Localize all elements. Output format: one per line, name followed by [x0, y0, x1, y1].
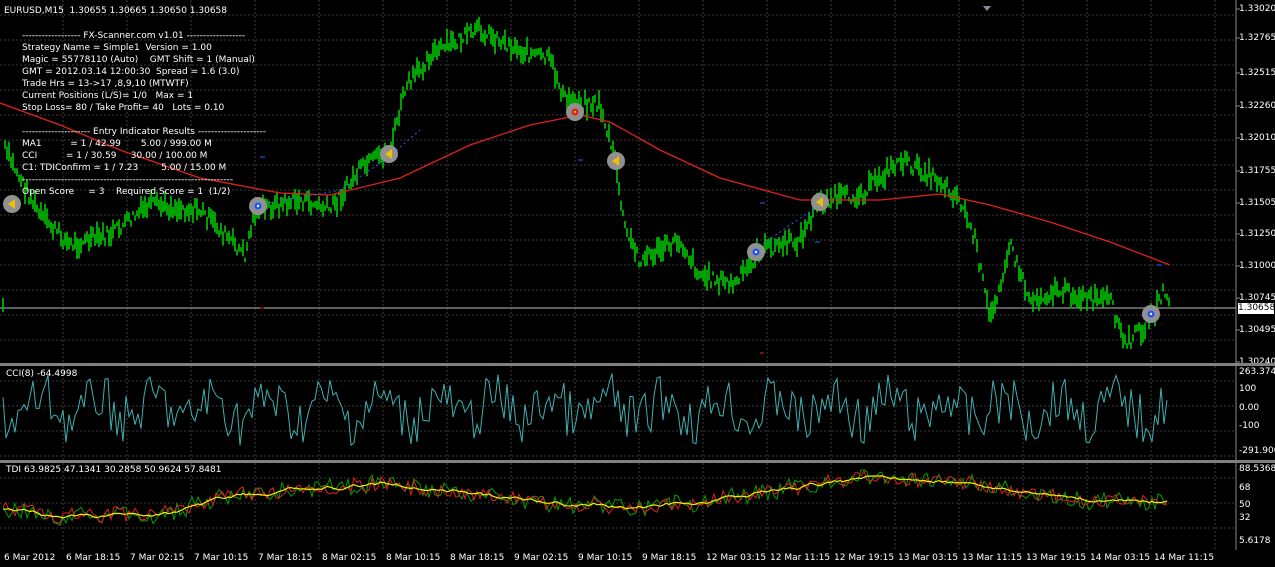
time-tick: 13 Mar 19:15 — [1026, 553, 1087, 563]
panel-line: ------------------ FX-Scanner.com v1.01 … — [22, 31, 246, 41]
tdi-tick: 50 — [1239, 500, 1251, 510]
time-tick: 13 Mar 03:15 — [898, 553, 959, 563]
price-tick: 1.30745 — [1239, 293, 1275, 303]
price-tick: 1.31505 — [1239, 198, 1275, 208]
price-tick: 1.32010 — [1239, 133, 1275, 143]
symbol-header: EURUSD,M15 1.30655 1.30665 1.30650 1.306… — [4, 6, 228, 16]
time-tick: 6 Mar 18:15 — [66, 553, 121, 563]
cci-tick: -291.900 — [1239, 446, 1275, 456]
time-tick: 6 Mar 2012 — [4, 553, 56, 563]
price-pane[interactable]: EURUSD,M15 1.30655 1.30665 1.30650 1.306… — [0, 0, 1275, 367]
panel-line: C1: TDIConfirm = 1 / 7.23 5.00 / 15.00 M — [22, 163, 227, 173]
tdi-tick: 5.6178 — [1239, 536, 1271, 546]
price-tick: 1.31755 — [1239, 166, 1275, 176]
time-tick: 12 Mar 03:15 — [706, 553, 767, 563]
time-tick: 12 Mar 19:15 — [834, 553, 895, 563]
buy-dot-center — [256, 204, 260, 208]
panel-line: Strategy Name = Simple1 Version = 1.00 — [22, 43, 212, 53]
time-tick: 14 Mar 11:15 — [1154, 553, 1215, 563]
buy-dot-center — [754, 250, 758, 254]
panel-line: Magic = 55778110 (Auto) GMT Shift = 1 (M… — [22, 55, 255, 65]
cci-line — [2, 373, 1168, 447]
tdi-label: TDI 63.9825 47.1341 30.2858 50.9624 57.8… — [6, 465, 222, 475]
time-tick: 9 Mar 18:15 — [642, 553, 697, 563]
time-tick: 14 Mar 03:15 — [1090, 553, 1151, 563]
price-tick: 1.32515 — [1239, 68, 1275, 78]
tdi-tick: 88.5368 — [1239, 464, 1275, 474]
time-tick: 9 Mar 10:15 — [578, 553, 633, 563]
cci-pane[interactable]: CCI(8) -64.4998 263.374 100 0.00 -100 -291.9… — [0, 366, 1275, 460]
panel-line: CCI = 1 / 30.59 30.00 / 100.00 M — [22, 151, 208, 161]
tdi-chart[interactable] — [0, 463, 1275, 550]
cci-tick: 0.00 — [1239, 403, 1260, 413]
current-price-label: 1.30658 — [1238, 303, 1275, 314]
exit-dot-center — [573, 110, 577, 114]
tdi-tick: 32 — [1239, 513, 1251, 523]
tdi-tick: 68 — [1239, 483, 1251, 493]
tdi-red-line — [2, 469, 1168, 524]
panel-line — [22, 114, 266, 126]
price-tick: 1.30495 — [1239, 325, 1275, 335]
panel-line: Open Score = 3 Required Score = 1 (1/2) — [22, 187, 231, 197]
time-tick: 8 Mar 02:15 — [322, 553, 377, 563]
fx-scanner-panel: ------------------ FX-Scanner.com v1.01 … — [22, 30, 266, 198]
buy-dot-center — [1149, 312, 1153, 316]
price-tick: 1.31000 — [1239, 261, 1275, 271]
time-tick: 12 Mar 11:15 — [770, 553, 831, 563]
panel-line: Trade Hrs = 13->17 ,8,9,10 (MTWTF) — [22, 79, 189, 89]
price-tick: 1.33020 — [1239, 4, 1275, 14]
time-tick: 7 Mar 18:15 — [258, 553, 313, 563]
time-tick: 8 Mar 10:15 — [386, 553, 441, 563]
tdi-yellow-line — [2, 475, 1168, 519]
panel-line: Stop Loss= 80 / Take Profit= 40 Lots = 0… — [22, 103, 225, 113]
time-tick: 13 Mar 11:15 — [962, 553, 1023, 563]
price-tick: 1.32260 — [1239, 101, 1275, 111]
time-tick: 7 Mar 02:15 — [130, 553, 185, 563]
panel-line: MA1 = 1 / 42.99 5.00 / 999.00 M — [22, 139, 212, 149]
panel-line: GMT = 2012.03.14 12:00:30 Spread = 1.6 (… — [22, 67, 240, 77]
cci-tick: 263.374 — [1239, 367, 1275, 377]
time-tick: 9 Mar 02:15 — [514, 553, 569, 563]
panel-line: Current Positions (L/S)= 1/0 Max = 1 — [22, 91, 194, 101]
tdi-pane[interactable]: TDI 63.9825 47.1341 30.2858 50.9624 57.8… — [0, 463, 1275, 550]
cci-tick: -100 — [1239, 421, 1260, 431]
price-tick: 1.31250 — [1239, 229, 1275, 239]
scroll-marker-icon — [983, 6, 991, 11]
cci-tick: 100 — [1239, 384, 1257, 394]
cci-chart[interactable] — [0, 366, 1275, 460]
panel-line: ----------------------------------------… — [22, 175, 234, 185]
time-tick: 8 Mar 18:15 — [450, 553, 505, 563]
cci-label: CCI(8) -64.4998 — [6, 369, 78, 379]
panel-line: --------------------- Entry Indicator Re… — [22, 127, 267, 137]
time-tick: 7 Mar 10:15 — [194, 553, 249, 563]
price-tick: 1.32765 — [1239, 33, 1275, 43]
